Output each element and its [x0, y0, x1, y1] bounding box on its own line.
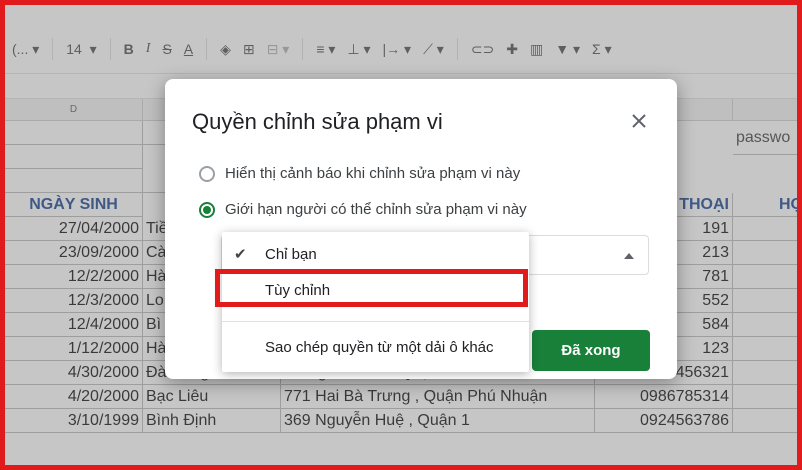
- radio-button-selected[interactable]: [199, 201, 215, 218]
- screenshot-frame: (... ▾ 14 ▾ B I S A ◈ ⊞ ⊟ ▾ ≡ ▾ ⊥ ▾ |→ ▾…: [0, 0, 802, 470]
- radio-option-restrict[interactable]: Giới hạn người có thể chỉnh sửa phạm vi …: [199, 201, 527, 218]
- dialog-title: Quyền chỉnh sửa phạm vi: [192, 109, 443, 134]
- menu-item-label: Sao chép quyền từ một dải ô khác: [265, 339, 494, 356]
- check-icon: ✔: [234, 246, 247, 263]
- radio-option-warning[interactable]: Hiển thị cảnh báo khi chỉnh sửa phạm vi …: [199, 165, 520, 182]
- menu-item-only-you[interactable]: ✔ Chỉ bạn: [222, 237, 529, 273]
- caret-up-icon: [624, 253, 634, 259]
- close-icon[interactable]: [629, 111, 649, 131]
- radio-label: Giới hạn người có thể chỉnh sửa phạm vi …: [225, 201, 527, 218]
- done-button[interactable]: Đã xong: [532, 330, 650, 371]
- highlight-annotation: [215, 269, 528, 307]
- radio-button[interactable]: [199, 165, 215, 182]
- menu-divider: [222, 321, 529, 322]
- radio-label: Hiển thị cảnh báo khi chỉnh sửa phạm vi …: [225, 165, 521, 182]
- menu-item-label: Chỉ bạn: [265, 246, 317, 263]
- menu-item-copy-permissions[interactable]: Sao chép quyền từ một dải ô khác: [222, 330, 529, 366]
